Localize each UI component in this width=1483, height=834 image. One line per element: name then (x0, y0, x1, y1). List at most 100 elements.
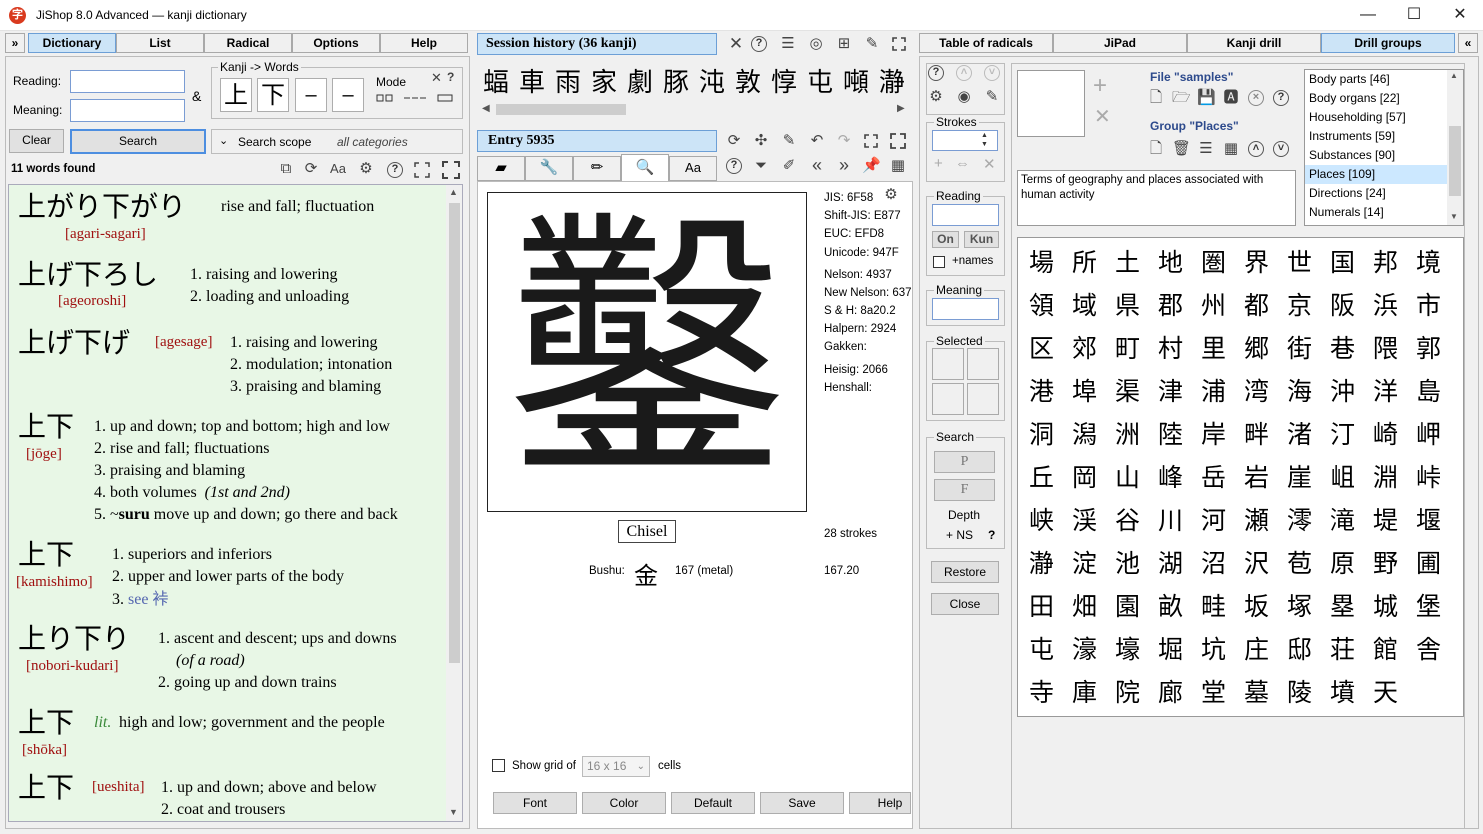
group-kanji-cell[interactable]: 丘 (1020, 456, 1063, 499)
entry-kanji[interactable]: 上下 (18, 707, 74, 739)
drill-gear-icon[interactable]: ⚙ (927, 88, 945, 106)
group-kanji-cell[interactable]: 浦 (1192, 370, 1235, 413)
entry-kanji[interactable]: 上り下り (18, 623, 130, 655)
history-kanji[interactable]: 豚 (658, 62, 694, 99)
scroll-up-icon[interactable]: ▲ (449, 187, 458, 197)
history-kanji[interactable]: 沌 (694, 62, 730, 99)
tab-jipad[interactable]: JiPad (1053, 33, 1187, 53)
group-kanji-cell[interactable]: 沖 (1321, 370, 1364, 413)
save-button[interactable]: Save (760, 792, 844, 814)
drill-help-icon[interactable]: ? (928, 65, 944, 81)
group-item[interactable]: Directions [24] (1305, 184, 1447, 203)
tab-dictionary[interactable]: Dictionary (28, 33, 116, 53)
last-icon[interactable]: » (835, 156, 853, 174)
history-kanji[interactable]: 敦 (730, 62, 766, 99)
group-kanji-cell[interactable]: 畔 (1235, 413, 1278, 456)
group-kanji-cell[interactable]: 野 (1364, 542, 1407, 585)
group-kanji-cell[interactable]: 町 (1106, 327, 1149, 370)
grid-size-select[interactable]: 16 x 16 ⌄ (582, 756, 650, 777)
selected-slot[interactable] (932, 348, 964, 380)
group-kanji-cell[interactable]: 澪 (1278, 499, 1321, 542)
group-scroll-down-icon[interactable]: ▼ (1450, 212, 1458, 221)
kanji-button-4[interactable]: – (332, 78, 364, 112)
group-kanji-cell[interactable]: 壕 (1106, 628, 1149, 671)
drill-meaning-input[interactable] (932, 298, 999, 320)
group-kanji-cell[interactable]: 沢 (1235, 542, 1278, 585)
group-kanji-cell[interactable]: 岩 (1235, 456, 1278, 499)
remove-icon[interactable]: ✕ (983, 155, 996, 173)
history-kanji[interactable]: 劇 (622, 62, 658, 99)
group-kanji-cell[interactable]: 埠 (1063, 370, 1106, 413)
minimize-button[interactable]: — (1345, 0, 1391, 31)
group-kanji-cell[interactable]: 塁 (1321, 585, 1364, 628)
entry-kanji[interactable]: 上下 (18, 539, 74, 571)
group-kanji-cell[interactable]: 陵 (1278, 671, 1321, 714)
selected-slot[interactable] (967, 383, 999, 415)
gear-icon[interactable]: ⚙ (357, 160, 375, 178)
group-kanji-cell[interactable]: 海 (1278, 370, 1321, 413)
p-button[interactable]: P (934, 451, 995, 473)
group-kanji-cell[interactable]: 渚 (1278, 413, 1321, 456)
group-kanji-cell[interactable]: 陸 (1149, 413, 1192, 456)
tab-table-of-radicals[interactable]: Table of radicals (919, 33, 1053, 53)
swap-icon[interactable]: ⇔ (955, 155, 970, 172)
group-kanji-cell[interactable]: 島 (1407, 370, 1450, 413)
group-kanji-cell[interactable]: 京 (1278, 284, 1321, 327)
group-description[interactable]: Terms of geography and places associated… (1017, 170, 1296, 226)
up-icon[interactable]: ˄ (956, 65, 972, 81)
group-kanji-cell[interactable]: 堰 (1407, 499, 1450, 542)
see-kanji-link[interactable]: 裃 (152, 589, 168, 608)
group-kanji-cell[interactable]: 塚 (1278, 585, 1321, 628)
group-kanji-cell[interactable]: 峡 (1020, 499, 1063, 542)
group-kanji-cell[interactable]: 峰 (1149, 456, 1192, 499)
group-kanji-cell[interactable]: 洞 (1020, 413, 1063, 456)
group-kanji-cell[interactable]: 領 (1020, 284, 1063, 327)
pin-entry-icon[interactable]: 📌 (862, 157, 881, 175)
group-item[interactable]: Householding [57] (1305, 108, 1447, 127)
open-folder-icon[interactable]: 🗁 (1172, 89, 1191, 107)
magnifier-icon[interactable]: 🔍 (621, 154, 669, 182)
strokes-spinner-icon[interactable]: ▲ ▼ (981, 131, 988, 149)
filter-icon[interactable]: ⏷ (752, 157, 770, 175)
group-kanji-cell[interactable]: 田 (1020, 585, 1063, 628)
see-link[interactable]: see (128, 591, 148, 608)
group-kanji-cell[interactable]: 所 (1063, 241, 1106, 284)
group-kanji-cell[interactable]: 圃 (1407, 542, 1450, 585)
restore-button[interactable]: Restore (931, 561, 999, 583)
group-kanji-cell[interactable]: 渓 (1063, 499, 1106, 542)
kanji-button-2[interactable]: 下 (257, 78, 289, 112)
history-kanji[interactable]: 惇 (766, 62, 802, 99)
group-kanji-cell[interactable]: 濠 (1063, 628, 1106, 671)
group-kanji-cell[interactable]: 堤 (1364, 499, 1407, 542)
group-kanji-cell[interactable]: 岨 (1321, 456, 1364, 499)
group-scroll-up-icon[interactable]: ▲ (1450, 71, 1458, 80)
eraser-icon[interactable]: ✐ (780, 157, 798, 175)
kun-button[interactable]: Kun (964, 231, 999, 248)
search-button[interactable]: Search (70, 129, 206, 154)
group-kanji-cell[interactable]: 岬 (1407, 413, 1450, 456)
f-button[interactable]: F (934, 479, 995, 501)
brush-icon[interactable]: ✎ (780, 132, 798, 150)
kanji-help-icon[interactable]: ? (447, 70, 454, 84)
history-kanji[interactable]: 車 (514, 62, 550, 99)
group-kanji-cell[interactable]: 邦 (1364, 241, 1407, 284)
network-icon[interactable]: ✣ (752, 132, 770, 150)
pencil-icon[interactable]: ✏ (573, 156, 621, 181)
group-kanji-cell[interactable]: 堂 (1192, 671, 1235, 714)
fit-entry-icon[interactable] (864, 134, 878, 148)
group-kanji-cell[interactable]: 圏 (1192, 241, 1235, 284)
group-kanji-cell[interactable]: 県 (1106, 284, 1149, 327)
reading-input[interactable] (70, 70, 185, 93)
group-kanji-cell[interactable]: 巷 (1321, 327, 1364, 370)
group-kanji-cell[interactable]: 畦 (1192, 585, 1235, 628)
first-icon[interactable]: « (808, 156, 826, 174)
font-tab-icon[interactable]: Aa (669, 156, 717, 181)
history-help-icon[interactable]: ? (751, 36, 767, 52)
group-kanji-cell[interactable]: 苞 (1278, 542, 1321, 585)
show-grid-checkbox[interactable] (492, 759, 505, 772)
group-kanji-cell[interactable]: 都 (1235, 284, 1278, 327)
group-kanji-cell[interactable]: 淵 (1364, 456, 1407, 499)
grid-icon[interactable]: ▦ (889, 157, 907, 175)
group-kanji-cell[interactable]: 隈 (1364, 327, 1407, 370)
fullscreen-entry-icon[interactable] (890, 133, 906, 149)
